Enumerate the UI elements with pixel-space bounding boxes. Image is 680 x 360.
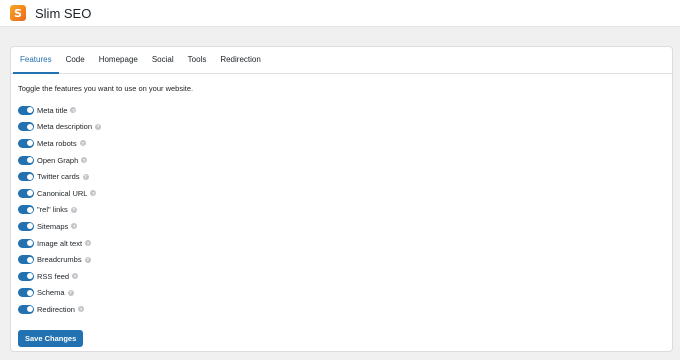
toggle-knob bbox=[26, 223, 33, 230]
feature-label-image-alt-text: Image alt text bbox=[37, 238, 83, 248]
top-header-bar: S Slim SEO bbox=[0, 0, 680, 27]
question-circle-icon[interactable]: ? bbox=[70, 107, 77, 114]
feature-row-rss-feed: RSS feed? bbox=[18, 268, 665, 285]
feature-toggle-rss-feed[interactable] bbox=[18, 271, 34, 281]
question-circle-icon[interactable]: ? bbox=[84, 256, 91, 263]
feature-row-canonical-url: Canonical URL? bbox=[18, 185, 665, 202]
question-circle-icon[interactable]: ? bbox=[70, 206, 77, 213]
feature-row-schema: Schema? bbox=[18, 285, 665, 302]
feature-row-redirection: Redirection? bbox=[18, 301, 665, 318]
toggle-knob bbox=[26, 157, 33, 164]
question-circle-icon[interactable]: ? bbox=[71, 223, 78, 230]
feature-label-meta-robots: Meta robots bbox=[37, 138, 77, 148]
tab-social[interactable]: Social bbox=[145, 47, 181, 74]
feature-toggle-redirection[interactable] bbox=[18, 304, 34, 314]
feature-toggle-twitter-cards[interactable] bbox=[18, 172, 34, 182]
feature-label-canonical-url: Canonical URL bbox=[37, 188, 88, 198]
feature-label-redirection: Redirection bbox=[37, 304, 75, 314]
question-circle-icon[interactable]: ? bbox=[72, 273, 79, 280]
feature-toggle-meta-description[interactable] bbox=[18, 122, 34, 132]
feature-toggle-image-alt-text[interactable] bbox=[18, 238, 34, 248]
feature-row-sitemaps: Sitemaps? bbox=[18, 218, 665, 235]
features-intro-text: Toggle the features you want to use on y… bbox=[18, 84, 194, 93]
feature-row-rel-links: "rel" links? bbox=[18, 202, 665, 219]
toggle-knob bbox=[26, 173, 33, 180]
feature-label-meta-description: Meta description bbox=[37, 122, 93, 132]
feature-toggle-open-graph[interactable] bbox=[18, 155, 34, 165]
feature-label-open-graph: Open Graph bbox=[37, 155, 79, 165]
feature-label-sitemaps: Sitemaps bbox=[37, 221, 69, 231]
toggle-knob bbox=[26, 123, 33, 130]
app-title: Slim SEO bbox=[35, 5, 92, 21]
toggle-knob bbox=[26, 140, 33, 147]
feature-toggle-meta-title[interactable] bbox=[18, 105, 34, 115]
feature-label-breadcrumbs: Breadcrumbs bbox=[37, 255, 82, 265]
feature-label-twitter-cards: Twitter cards bbox=[37, 172, 80, 182]
question-circle-icon[interactable]: ? bbox=[85, 240, 92, 247]
settings-tabs: Features Code Homepage Social Tools Redi… bbox=[11, 47, 672, 74]
features-content: Toggle the features you want to use on y… bbox=[11, 74, 672, 347]
tab-homepage[interactable]: Homepage bbox=[92, 47, 145, 74]
feature-label-meta-title: Meta title bbox=[37, 105, 68, 115]
feature-label-schema: Schema bbox=[37, 288, 65, 298]
feature-toggle-sitemaps[interactable] bbox=[18, 221, 34, 231]
feature-row-twitter-cards: Twitter cards? bbox=[18, 168, 665, 185]
slim-seo-logo-icon: S bbox=[10, 5, 26, 21]
question-circle-icon[interactable]: ? bbox=[90, 190, 97, 197]
toggle-knob bbox=[26, 190, 33, 197]
feature-label-rss-feed: RSS feed bbox=[37, 271, 70, 281]
toggle-knob bbox=[26, 206, 33, 213]
feature-row-meta-title: Meta title? bbox=[18, 102, 665, 119]
feature-row-meta-robots: Meta robots? bbox=[18, 135, 665, 152]
tab-redirection[interactable]: Redirection bbox=[213, 47, 267, 74]
toggle-knob bbox=[26, 256, 33, 263]
question-circle-icon[interactable]: ? bbox=[77, 306, 84, 313]
settings-panel: Features Code Homepage Social Tools Redi… bbox=[10, 46, 673, 352]
toggle-knob bbox=[26, 306, 33, 313]
feature-toggle-canonical-url[interactable] bbox=[18, 188, 34, 198]
toggle-knob bbox=[26, 240, 33, 247]
feature-toggle-breadcrumbs[interactable] bbox=[18, 255, 34, 265]
tab-features[interactable]: Features bbox=[13, 47, 59, 74]
feature-row-image-alt-text: Image alt text? bbox=[18, 235, 665, 252]
question-circle-icon[interactable]: ? bbox=[95, 123, 102, 130]
tab-tools[interactable]: Tools bbox=[181, 47, 214, 74]
question-circle-icon[interactable]: ? bbox=[82, 173, 89, 180]
feature-row-breadcrumbs: Breadcrumbs? bbox=[18, 251, 665, 268]
feature-toggle-rel-links[interactable] bbox=[18, 205, 34, 215]
feature-toggle-meta-robots[interactable] bbox=[18, 138, 34, 148]
feature-list: Meta title? Meta description? Meta robots?… bbox=[18, 102, 665, 318]
tab-code[interactable]: Code bbox=[59, 47, 92, 74]
toggle-knob bbox=[26, 289, 33, 296]
toggle-knob bbox=[26, 107, 33, 114]
save-changes-button[interactable]: Save Changes bbox=[18, 329, 84, 347]
question-circle-icon[interactable]: ? bbox=[67, 289, 74, 296]
feature-label-rel-links: "rel" links bbox=[37, 205, 68, 215]
feature-row-open-graph: Open Graph? bbox=[18, 152, 665, 169]
feature-row-meta-description: Meta description? bbox=[18, 119, 665, 136]
question-circle-icon[interactable]: ? bbox=[81, 157, 88, 164]
toggle-knob bbox=[26, 273, 33, 280]
question-circle-icon[interactable]: ? bbox=[79, 140, 86, 147]
feature-toggle-schema[interactable] bbox=[18, 288, 34, 298]
